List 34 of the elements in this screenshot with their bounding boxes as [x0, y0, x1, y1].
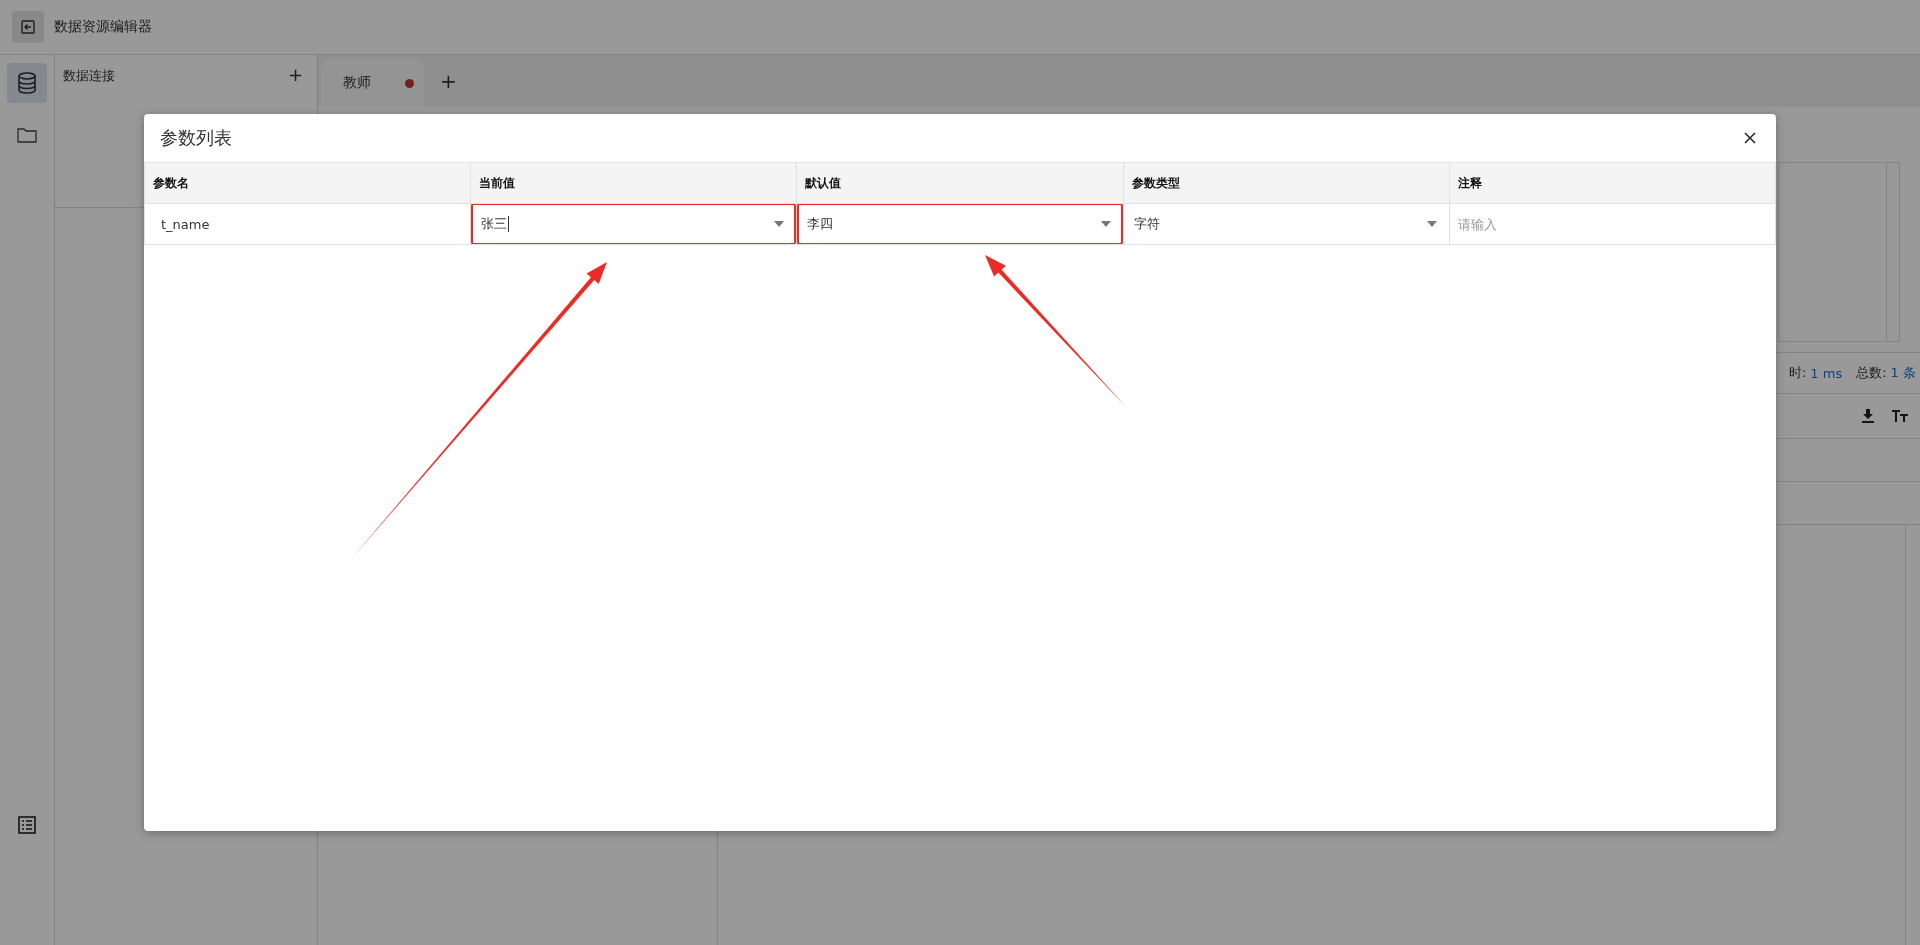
editor-tab[interactable]: 教师 [321, 59, 424, 107]
dialog-title: 参数列表 [160, 126, 232, 150]
exit-icon [21, 20, 35, 34]
status-value: 1 条 [1890, 364, 1916, 382]
field-value: 李四 [807, 215, 834, 233]
list-icon [18, 816, 36, 834]
column-header: 参数名 [144, 162, 471, 204]
caret-icon [1426, 221, 1437, 227]
dropdown-field[interactable]: 李四 [797, 203, 1123, 245]
panel-title: 数据连接 [63, 67, 115, 85]
folder-icon [17, 127, 37, 143]
dropdown-field[interactable]: 张三 [471, 203, 797, 245]
column-header: 当前值 [470, 162, 797, 204]
status-label: 时: [1788, 364, 1807, 382]
download-icon[interactable] [1862, 409, 1874, 423]
back-button[interactable] [12, 11, 44, 43]
caret-icon [774, 221, 785, 227]
status-label: 总数: [1856, 364, 1887, 382]
caret-icon [1100, 221, 1111, 227]
database-icon [17, 72, 37, 94]
app-title: 数据资源编辑器 [54, 18, 152, 36]
column-header: 注释 [1449, 162, 1776, 204]
column-header: 参数类型 [1123, 162, 1450, 204]
sidebar-button[interactable] [7, 63, 47, 103]
text-cursor [508, 216, 510, 232]
field-value: 字符 [1133, 215, 1160, 233]
dropdown-field[interactable]: 字符 [1123, 203, 1449, 245]
table-cell-text: t_name [160, 216, 210, 232]
font-size-icon[interactable] [1892, 410, 1908, 422]
column-header: 默认值 [796, 162, 1124, 204]
status-value: 1 ms [1810, 365, 1843, 381]
add-tab-button[interactable]: + [432, 69, 465, 107]
field-value: 张三 [481, 215, 508, 233]
close-icon [1744, 132, 1756, 144]
